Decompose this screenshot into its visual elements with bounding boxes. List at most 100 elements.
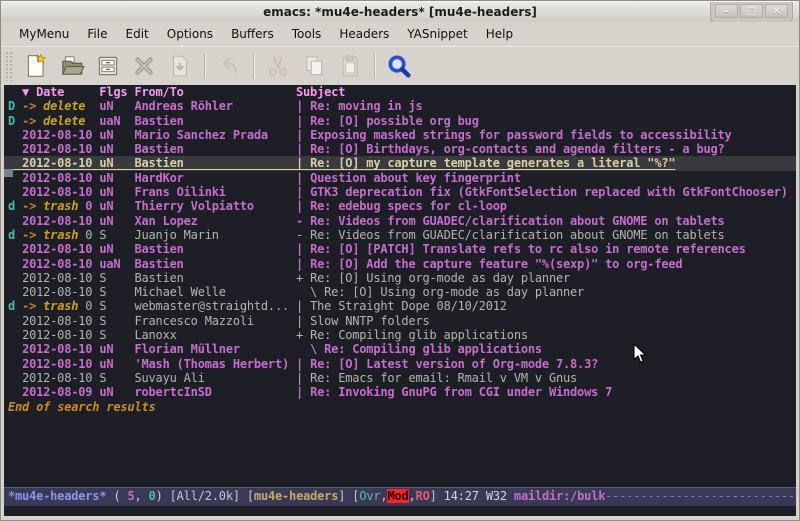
toolbar-grip-handle[interactable] <box>5 51 13 81</box>
message-subject: Re: [O] possible org bug <box>310 114 479 128</box>
new-file-button[interactable] <box>19 50 53 82</box>
delete-button[interactable] <box>127 50 161 82</box>
mark-target: 0 <box>78 228 99 242</box>
thread-prefix: - <box>296 214 310 228</box>
message-from: Francesco Mazzoli <box>134 314 296 328</box>
title-bar[interactable]: emacs: *mu4e-headers* [mu4e-headers] –□✕ <box>1 1 799 22</box>
thread-prefix: | <box>296 299 310 313</box>
message-row[interactable]: 2012-08-10 S Michael Welle \ Re: [O] Usi… <box>4 285 796 299</box>
undo-icon <box>216 53 242 79</box>
message-flags: S <box>99 271 134 285</box>
message-row[interactable]: 2012-08-09 uN robertcInSD | Re: Invoking… <box>4 385 796 399</box>
message-from: Michael Welle <box>134 285 296 299</box>
menu-bar: MyMenuFileEditOptionsBuffersToolsHeaders… <box>2 22 798 46</box>
message-flags: S <box>99 328 134 342</box>
message-flags: uN <box>99 357 134 371</box>
message-from: Bastien <box>134 114 296 128</box>
message-flags: uN <box>99 142 134 156</box>
message-date: 2012-08-10 <box>22 128 99 142</box>
mark-arrow: -> <box>22 99 43 113</box>
modeline-segment: ) <box>156 489 170 503</box>
message-row[interactable]: 2012-08-10 S Lanoxx + Re: Compiling glib… <box>4 328 796 342</box>
modeline-segment: ] <box>430 489 444 503</box>
message-row[interactable]: 2012-08-10 uN Bastien | Re: [O] my captu… <box>4 156 796 170</box>
menu-help[interactable]: Help <box>477 24 522 44</box>
message-mark <box>8 342 22 356</box>
message-row[interactable]: 2012-08-10 uaN Bastien | Re: [O] Add the… <box>4 257 796 271</box>
message-mark <box>8 271 22 285</box>
modeline-segment: , <box>134 489 148 503</box>
paste-icon <box>337 53 363 79</box>
close-button[interactable]: ✕ <box>765 4 788 18</box>
message-flags: uN <box>99 385 134 399</box>
message-date: 2012-08-10 <box>22 156 99 170</box>
message-mark <box>8 371 22 385</box>
mark-action: delete <box>43 99 85 113</box>
message-row[interactable]: 2012-08-10 uN Bastien | Re: [O] Birthday… <box>4 142 796 156</box>
message-mark <box>8 185 22 199</box>
message-from: Bastien <box>134 271 296 285</box>
menu-headers[interactable]: Headers <box>330 24 398 44</box>
message-row[interactable]: 2012-08-10 uN HardKor | Question about k… <box>4 171 796 185</box>
thread-prefix: | <box>296 156 310 170</box>
message-row[interactable]: 2012-08-10 uN 'Mash (Thomas Herbert) | R… <box>4 357 796 371</box>
mark-arrow: -> <box>22 228 43 242</box>
headers-column-row: ▼ Date Flgs From/To Subject <box>4 85 796 99</box>
message-flags: uN <box>99 342 134 356</box>
menu-yasnippet[interactable]: YASnippet <box>398 24 477 44</box>
message-from: Suvayu Ali <box>134 371 296 385</box>
modeline-segment: 0 <box>149 489 156 503</box>
menu-edit[interactable]: Edit <box>117 24 158 44</box>
message-row[interactable]: 2012-08-10 uN Florian Müllner \ Re: Comp… <box>4 342 796 356</box>
message-mark <box>8 214 22 228</box>
cut-icon <box>265 53 291 79</box>
message-row[interactable]: d -> trash 0 S webmaster@straightd... | … <box>4 299 796 313</box>
message-date: 2012-08-10 <box>22 371 99 385</box>
message-row[interactable]: 2012-08-10 uN Bastien | Re: [O] [PATCH] … <box>4 242 796 256</box>
mark-action: trash <box>43 199 78 213</box>
message-date: 2012-08-10 <box>22 242 99 256</box>
menu-options[interactable]: Options <box>158 24 222 44</box>
message-from: Lanoxx <box>134 328 296 342</box>
search-button[interactable] <box>382 50 416 82</box>
minimize-button[interactable]: – <box>715 4 738 18</box>
maximize-button[interactable]: □ <box>740 4 763 18</box>
message-row[interactable]: 2012-08-10 uN Frans Oilinki | GTK3 depre… <box>4 185 796 199</box>
message-mark <box>8 314 22 328</box>
save-as-button <box>163 50 197 82</box>
message-row[interactable]: 2012-08-10 uN Mario Sanchez Prada | Expo… <box>4 128 796 142</box>
message-date: 2012-08-10 <box>22 142 99 156</box>
modeline-segment: ---------------------------------------- <box>605 489 796 503</box>
message-row[interactable]: 2012-08-10 uN Xan Lopez - Re: Videos fro… <box>4 214 796 228</box>
message-subject: Re: [O] my capture template generates a … <box>310 156 675 170</box>
message-row[interactable]: D -> delete uaN Bastien | Re: [O] possib… <box>4 114 796 128</box>
message-subject: Re: [O] Using org-mode as day planner <box>324 285 584 299</box>
scroll-indicator[interactable] <box>4 169 13 177</box>
message-flags: uaN <box>99 114 134 128</box>
save-button[interactable] <box>91 50 125 82</box>
toolbar-separator <box>204 53 205 79</box>
message-row[interactable]: 2012-08-10 S Francesco Mazzoli | Slow NN… <box>4 314 796 328</box>
open-button[interactable] <box>55 50 89 82</box>
message-date: 2012-08-10 <box>22 271 99 285</box>
thread-prefix: \ <box>296 342 324 356</box>
thread-prefix: + <box>296 328 310 342</box>
mark-target: 0 <box>78 199 99 213</box>
message-row[interactable]: 2012-08-10 S Suvayu Ali | Re: Emacs for … <box>4 371 796 385</box>
message-subject: Re: [O] [PATCH] Translate refs to rc als… <box>310 242 746 256</box>
message-mark <box>8 357 22 371</box>
thread-prefix: | <box>296 314 310 328</box>
menu-file[interactable]: File <box>78 24 116 44</box>
message-flags: S <box>99 285 134 299</box>
message-mark: d <box>8 299 22 313</box>
message-row[interactable]: d -> trash 0 uN Thierry Volpiatto | Re: … <box>4 199 796 213</box>
menu-mymenu[interactable]: MyMenu <box>10 24 78 44</box>
message-row[interactable]: d -> trash 0 S Juanjo Marin - Re: Videos… <box>4 228 796 242</box>
open-icon <box>59 53 85 79</box>
message-row[interactable]: D -> delete uN Andreas Röhler | Re: movi… <box>4 99 796 113</box>
menu-tools[interactable]: Tools <box>283 24 331 44</box>
message-row[interactable]: 2012-08-10 S Bastien + Re: [O] Using org… <box>4 271 796 285</box>
modeline-segment: [All/2.0k] <box>170 489 247 503</box>
menu-buffers[interactable]: Buffers <box>222 24 283 44</box>
modeline-segment: *mu4e-headers* <box>8 489 106 503</box>
